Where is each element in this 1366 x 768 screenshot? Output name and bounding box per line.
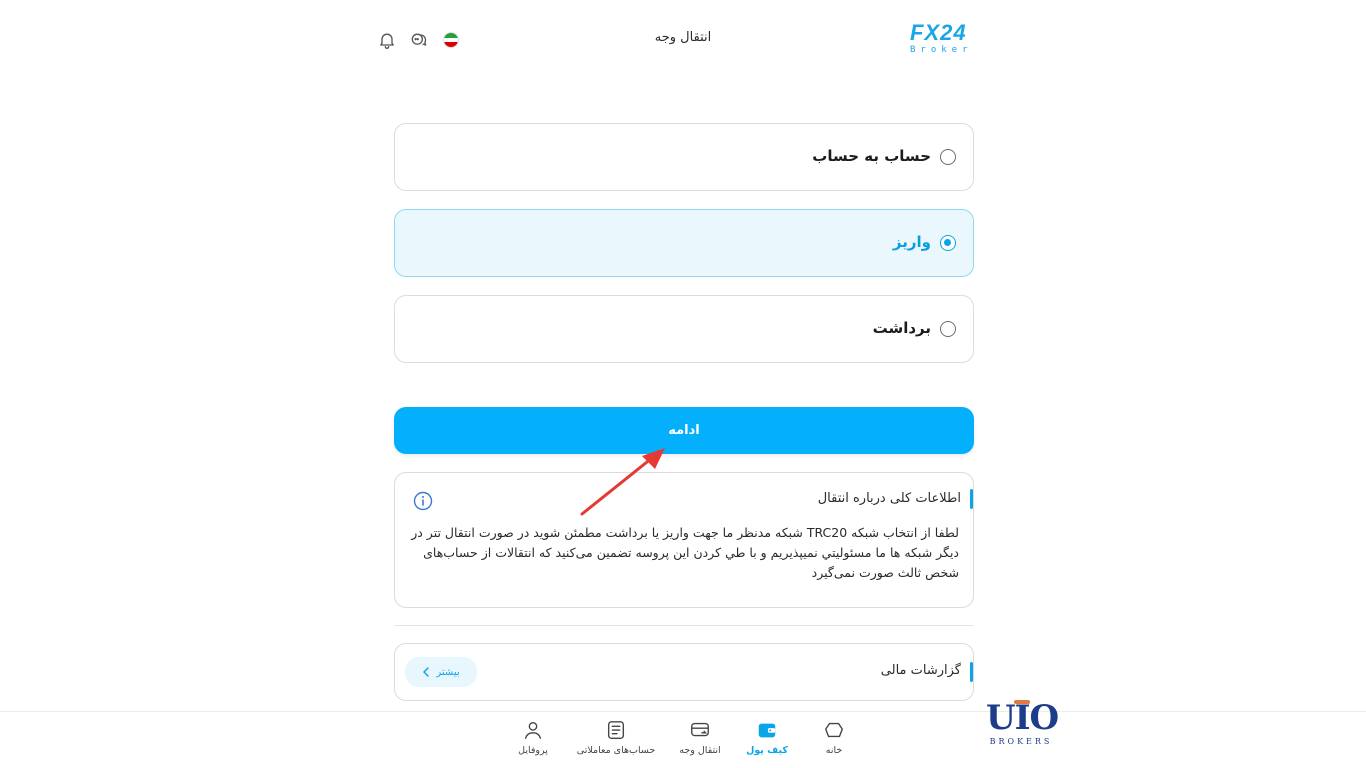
radio-withdraw[interactable] <box>940 321 956 337</box>
logo-text: FX24 <box>910 20 967 45</box>
radio-account-to-account[interactable] <box>940 149 956 165</box>
financial-reports-card: گزارشات مالی بیشتر <box>394 643 974 701</box>
info-text: لطفا از انتخاب شبکه TRC20 شبکه مدنظر ما … <box>411 525 959 580</box>
reports-title: گزارشات مالی <box>880 663 961 678</box>
section-accent-bar <box>970 662 973 682</box>
option-withdraw[interactable]: برداشت <box>394 295 974 363</box>
home-icon <box>825 722 843 738</box>
radio-deposit[interactable] <box>940 235 956 251</box>
header-actions <box>376 28 462 52</box>
more-button[interactable]: بیشتر <box>405 657 477 687</box>
wallet-icon <box>758 723 776 738</box>
watermark-mark: UIO <box>986 698 1059 738</box>
nav-item-trading-accounts[interactable]: حساب‌های معاملاتی <box>570 719 662 756</box>
section-accent-bar <box>970 489 973 509</box>
option-label: برداشت <box>872 319 931 337</box>
fx24-logo[interactable]: FX24 Broker <box>910 22 994 58</box>
nav-item-transfer[interactable]: انتقال وجه <box>654 719 746 756</box>
option-account-to-account[interactable]: حساب به حساب <box>394 123 974 191</box>
option-deposit[interactable]: واریز <box>394 209 974 277</box>
chevron-left-icon <box>423 667 430 677</box>
uio-brokers-watermark: UIO BROKERS <box>986 698 1059 755</box>
page-title: انتقال وجه <box>654 30 712 45</box>
trading-accounts-icon <box>607 721 625 739</box>
nav-item-profile[interactable]: پروفایل <box>487 719 579 756</box>
option-label: حساب به حساب <box>812 147 931 165</box>
chat-icon[interactable] <box>408 29 430 51</box>
info-icon[interactable] <box>413 491 433 511</box>
more-label: بیشتر <box>436 666 460 678</box>
divider <box>394 625 974 626</box>
transfer-info-card: اطلاعات کلی درباره انتقال لطفا از انتخاب… <box>394 472 974 608</box>
iran-flag-icon[interactable] <box>440 29 462 51</box>
logo-subtext: Broker <box>910 45 973 55</box>
continue-button[interactable]: ادامه <box>394 407 974 454</box>
info-title: اطلاعات کلی درباره انتقال <box>817 491 961 506</box>
option-label: واریز <box>892 233 931 251</box>
nav-label: پروفایل <box>518 745 548 756</box>
watermark-sub: BROKERS <box>989 737 1053 746</box>
watermark-lamp <box>1014 700 1030 704</box>
nav-label: انتقال وجه <box>679 745 721 756</box>
bell-icon[interactable] <box>376 29 398 51</box>
app-header: FX24 Broker انتقال وجه <box>0 0 1366 80</box>
transfer-icon <box>691 722 709 737</box>
bottom-navigation: خانه کیف پول انتقال وجه حساب‌های معاملات… <box>0 711 1366 768</box>
profile-icon <box>524 721 542 739</box>
nav-label: حساب‌های معاملاتی <box>576 745 656 756</box>
